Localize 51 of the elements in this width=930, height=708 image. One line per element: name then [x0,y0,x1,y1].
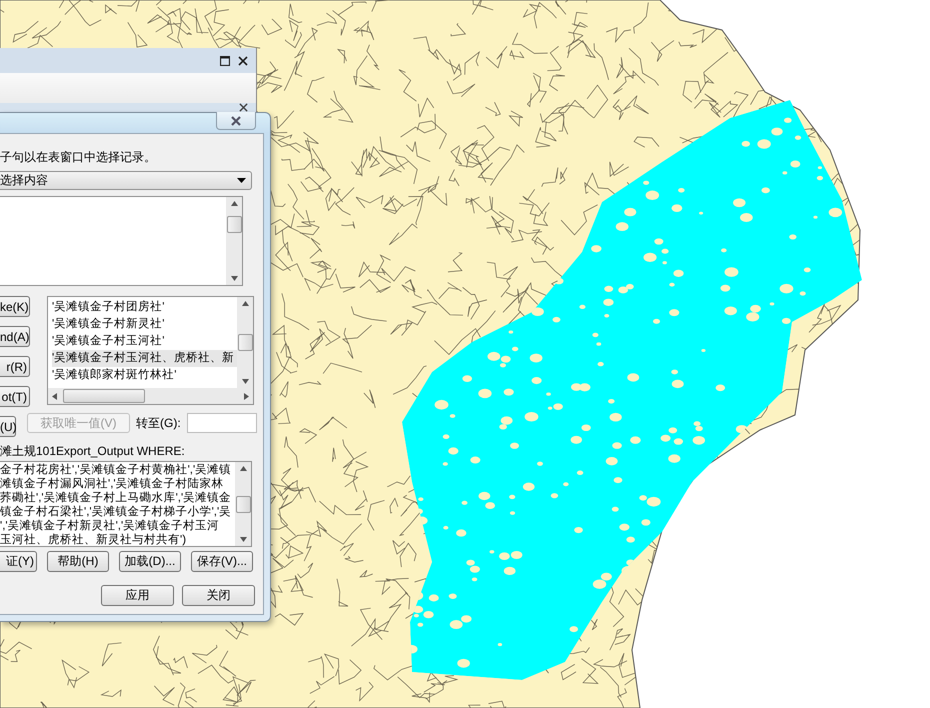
action-button[interactable]: 加载(D)... [119,551,181,572]
scroll-up-arrow-icon[interactable] [242,301,248,306]
operator-button[interactable]: r(R) [0,356,30,377]
close-icon [230,116,242,126]
operator-button[interactable]: ke(K) [0,296,30,317]
dialog-button[interactable]: 关闭 [182,585,255,606]
vertical-scrollbar[interactable] [235,462,251,546]
goto-label: 转至(G): [136,414,181,432]
scroll-right-arrow-icon[interactable] [244,392,249,400]
scroll-down-arrow-icon[interactable] [242,379,248,384]
maximize-icon[interactable] [220,56,230,66]
operator-button[interactable]: ot(T) [0,386,30,407]
scrollbar-thumb[interactable] [236,496,250,512]
expression-text: 荞磡社','吴滩镇金子村上马磡水库','吴滩镇金 [0,491,232,505]
where-label: 滩土规101Export_Output WHERE: [0,443,186,459]
operator-button[interactable]: (U) [0,416,16,437]
expression-text: 金子村花房社','吴滩镇金子村黄桷社','吴滩镇 [0,463,232,477]
scrollbar-thumb[interactable] [63,389,145,403]
dropdown-arrow-icon [237,178,246,183]
action-button[interactable]: 帮助(H) [47,551,109,572]
scroll-down-arrow-icon[interactable] [230,276,238,281]
expression-text: 玉河社、虎桥社、新灵社与村共有') [0,533,188,546]
value-item[interactable]: '吴滩镇金子村玉河社、虎桥社、新 [52,350,237,367]
action-button[interactable]: 保存(V)... [191,551,253,572]
scrollbar-thumb[interactable] [226,216,242,233]
field-list[interactable] [0,196,243,286]
method-dropdown[interactable]: 选择内容 [0,171,252,190]
value-item[interactable]: '吴滩镇郎家村斑竹林社' [52,367,237,384]
scroll-up-arrow-icon[interactable] [230,201,238,206]
close-icon[interactable] [239,103,248,112]
scrollbar-thumb[interactable] [238,334,252,351]
vertical-scrollbar[interactable] [226,197,242,285]
action-button[interactable]: 证(Y) [0,551,37,572]
vertical-scrollbar[interactable] [237,297,253,388]
value-item[interactable]: '吴滩镇金子村团房社' [52,299,237,316]
scroll-up-arrow-icon[interactable] [240,466,246,471]
scroll-down-arrow-icon[interactable] [240,537,246,542]
scroll-left-arrow-icon[interactable] [52,392,57,400]
dialog-button[interactable]: 应用 [101,585,174,606]
close-icon[interactable] [238,56,248,66]
close-button[interactable] [216,112,256,130]
horizontal-scrollbar[interactable] [48,388,253,404]
operator-button[interactable]: nd(A) [0,326,30,347]
value-item[interactable]: '吴滩镇金子村玉河社' [52,333,237,350]
expression-text: ','吴滩镇金子村新灵社','吴滩镇金子村玉河 [0,519,220,533]
expression-text: 镇金子村石梁社','吴滩镇金子村梯子小学','吴 [0,505,232,519]
value-item[interactable]: '吴滩镇金子村新灵社' [52,316,237,333]
expression-textarea[interactable]: 金子村花房社','吴滩镇金子村黄桷社','吴滩镇 滩镇金子村漏风洞社','吴滩镇金子村陆家林 荞磡社','吴滩镇金子村上马磡水库','吴滩镇金 镇金子村石梁社','吴滩镇金子村梯子小学','吴 ','吴滩镇金子村新灵社','吴滩镇金子村玉河 玉河社、虎桥社、新灵社与村共有') [0,461,252,547]
instruction-text: 子句以在表窗口中选择记录。 [0,149,157,165]
expression-text: 滩镇金子村漏风洞社','吴滩镇金子村陆家林 [0,477,225,491]
goto-input[interactable] [186,413,257,433]
